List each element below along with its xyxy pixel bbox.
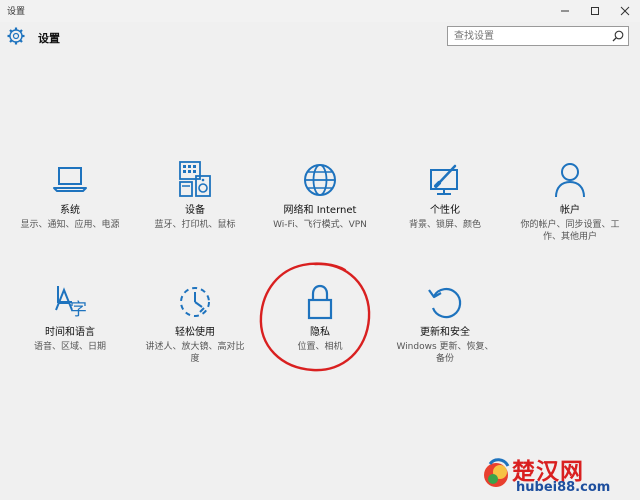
person-icon	[555, 163, 585, 198]
svg-text:字: 字	[70, 300, 87, 320]
globe-icon	[304, 164, 336, 196]
header: 设置	[0, 22, 640, 52]
tile-devices[interactable]: 设备 蓝牙、打印机、鼠标	[145, 160, 245, 231]
gear-icon	[7, 27, 25, 45]
tile-description: 语音、区域、日期	[33, 342, 106, 352]
tile-label: 帐户	[560, 205, 580, 216]
laptop-icon	[53, 167, 87, 192]
page-title: 设置	[38, 32, 60, 45]
tile-accounts[interactable]: 帐户 你的帐户、同步设置、工作、其他用户	[520, 160, 620, 243]
tile-description: 你的帐户、同步设置、工作、其他用户	[520, 220, 620, 242]
tile-description: 讲述人、放大镜、高对比度	[145, 342, 245, 364]
tile-personalization[interactable]: 个性化 背景、锁屏、颜色	[395, 160, 495, 231]
search-box[interactable]	[447, 26, 629, 46]
tile-description: Windows 更新、恢复、备份	[396, 342, 494, 364]
watermark-url: hubei88.com	[516, 480, 611, 495]
search-icon[interactable]	[612, 30, 624, 42]
tile-label: 个性化	[430, 205, 460, 216]
tile-network[interactable]: 网络和 Internet Wi-Fi、飞行模式、VPN	[270, 160, 370, 231]
ease-of-access-icon	[180, 287, 210, 317]
tile-description: 蓝牙、打印机、鼠标	[154, 220, 236, 230]
close-icon	[620, 6, 630, 16]
personalization-icon	[430, 164, 458, 195]
tile-description: Wi-Fi、飞行模式、VPN	[273, 220, 367, 230]
tile-system[interactable]: 系统 显示、通知、应用、电源	[20, 160, 120, 231]
tile-label: 网络和 Internet	[283, 205, 357, 216]
title-bar: 设置	[0, 0, 640, 22]
tile-label: 设备	[185, 205, 205, 216]
close-button[interactable]	[610, 0, 640, 22]
tile-ease-of-access[interactable]: 轻松使用 讲述人、放大镜、高对比度	[145, 282, 245, 365]
tile-label: 轻松使用	[175, 327, 215, 338]
maximize-icon	[591, 7, 599, 15]
update-icon	[428, 287, 462, 319]
window-title: 设置	[7, 7, 26, 17]
tile-label: 更新和安全	[420, 327, 470, 338]
red-annotation-circle	[259, 262, 371, 372]
search-input[interactable]	[454, 28, 604, 44]
maximize-button[interactable]	[580, 0, 610, 22]
tile-label: 系统	[60, 205, 80, 216]
tile-update-security[interactable]: 更新和安全 Windows 更新、恢复、备份	[395, 282, 495, 365]
tile-time-language[interactable]: 字 时间和语言 语音、区域、日期	[20, 282, 120, 353]
tile-description: 显示、通知、应用、电源	[20, 220, 120, 230]
tile-label: 时间和语言	[45, 327, 95, 338]
devices-icon	[179, 161, 211, 197]
minimize-button[interactable]	[550, 0, 580, 22]
minimize-icon	[561, 10, 569, 12]
tile-description: 背景、锁屏、颜色	[408, 220, 481, 230]
time-language-icon: 字	[55, 286, 87, 320]
